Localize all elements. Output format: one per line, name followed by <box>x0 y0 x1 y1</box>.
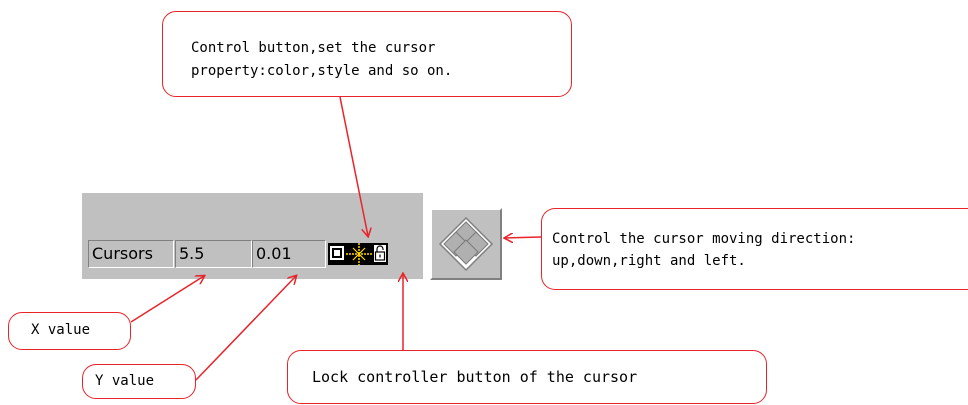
cursor-panel: Cursors 5.5 0.01 <box>82 193 423 279</box>
callout-control-line-1: Control button,set the cursor <box>191 40 436 56</box>
four-direction-diamond-icon <box>438 216 494 272</box>
crosshair-cursor-icon[interactable] <box>346 243 372 265</box>
callout-x-text: X value <box>31 322 91 338</box>
lock-button[interactable] <box>373 244 387 263</box>
cursor-tool-strip <box>328 243 388 265</box>
x-value-field[interactable]: 5.5 <box>175 240 252 268</box>
callout-lock-text: Lock controller button of the cursor <box>312 368 638 386</box>
callout-lock: Lock controller button of the cursor <box>287 350 767 404</box>
arrow-to-direction-pad <box>505 237 542 238</box>
callout-direction: Control the cursor moving direction: up,… <box>541 208 968 290</box>
arrow-to-y-field <box>195 276 296 381</box>
callout-x-value: X value <box>8 312 131 350</box>
cursors-label: Cursors <box>88 240 174 268</box>
square-style-icon[interactable] <box>330 246 344 260</box>
lock-icon <box>374 245 386 261</box>
y-value-field[interactable]: 0.01 <box>252 240 326 268</box>
callout-y-value: Y value <box>82 364 196 399</box>
callout-control-button: Control button,set the cursor property:c… <box>162 11 572 97</box>
callout-y-text: Y value <box>95 373 155 389</box>
arrow-to-x-field <box>130 276 204 323</box>
callout-direction-line-1: Control the cursor moving direction: <box>552 231 856 247</box>
callout-control-line-2: property:color,style and so on. <box>191 63 453 79</box>
direction-pad-button[interactable] <box>430 208 502 280</box>
callout-direction-line-2: up,down,right and left. <box>552 253 746 269</box>
